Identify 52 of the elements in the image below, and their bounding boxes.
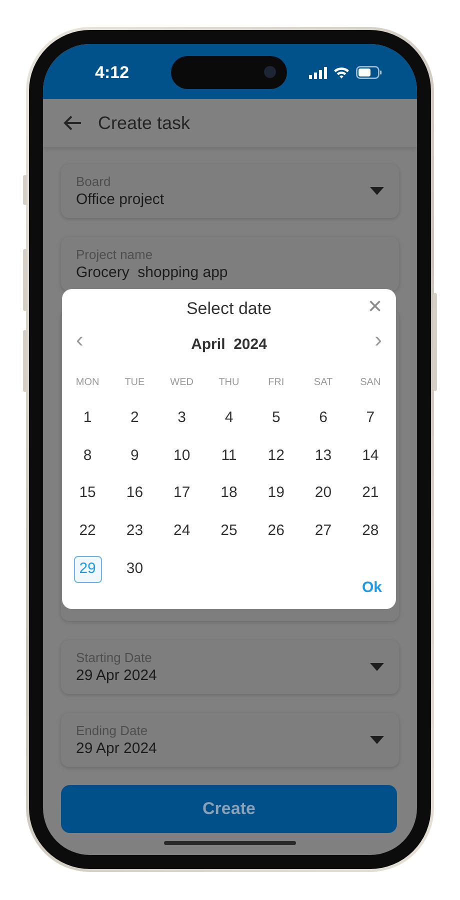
weekday-label: TUE bbox=[124, 377, 145, 388]
day-button[interactable]: 1 bbox=[74, 404, 102, 432]
month-label: April 2024 bbox=[191, 336, 267, 353]
field-value: 29 Apr 2024 bbox=[76, 666, 157, 686]
day-button[interactable]: 24 bbox=[168, 518, 196, 545]
day-button[interactable]: 17 bbox=[168, 480, 196, 507]
day-button[interactable]: 11 bbox=[214, 442, 243, 470]
weekday-label: SAN bbox=[360, 377, 381, 388]
field-value: 29 Apr 2024 bbox=[76, 738, 157, 758]
day-button[interactable]: 4 bbox=[214, 404, 243, 432]
caret-icon bbox=[370, 187, 384, 195]
day-button[interactable]: 3 bbox=[168, 404, 196, 432]
day-button[interactable]: 28 bbox=[356, 518, 384, 545]
day-button[interactable]: 23 bbox=[120, 518, 149, 545]
day-button[interactable]: 30 bbox=[120, 556, 149, 583]
wifi-icon bbox=[333, 66, 350, 79]
back-icon[interactable] bbox=[63, 115, 82, 131]
day-button[interactable]: 2 bbox=[120, 404, 149, 432]
day-button[interactable]: 20 bbox=[309, 480, 338, 507]
weekday-label: THU bbox=[218, 377, 240, 388]
day-button[interactable]: 6 bbox=[309, 404, 338, 432]
weekday-label: SAT bbox=[314, 377, 333, 388]
field-value: Office project bbox=[76, 190, 164, 210]
day-button[interactable]: 25 bbox=[214, 518, 243, 545]
signal-icon bbox=[309, 66, 327, 78]
caret-icon bbox=[370, 663, 384, 671]
close-button[interactable]: × bbox=[364, 294, 386, 320]
status-time: 4:12 bbox=[95, 63, 130, 83]
day-button[interactable]: 13 bbox=[309, 442, 338, 470]
day-button[interactable]: 26 bbox=[262, 518, 290, 545]
caret-icon bbox=[370, 736, 384, 744]
day-button[interactable]: 14 bbox=[356, 442, 384, 470]
day-button[interactable]: 18 bbox=[214, 480, 243, 507]
weekday-label: MON bbox=[76, 377, 100, 388]
day-button[interactable]: 22 bbox=[74, 518, 102, 545]
field-value: Grocery shopping app bbox=[76, 262, 228, 282]
day-button[interactable]: 9 bbox=[120, 442, 149, 470]
day-button[interactable]: 15 bbox=[74, 480, 102, 507]
day-button[interactable]: 16 bbox=[120, 480, 149, 507]
screen-title: Create task bbox=[98, 112, 190, 134]
weekday-label: FRI bbox=[268, 377, 284, 388]
day-button[interactable]: 7 bbox=[356, 404, 384, 432]
day-button[interactable]: 5 bbox=[262, 404, 290, 432]
dialog-title: Select date bbox=[186, 299, 272, 318]
weekday-label: WED bbox=[170, 377, 194, 388]
day-button[interactable]: 12 bbox=[262, 442, 290, 470]
day-button[interactable]: 10 bbox=[168, 442, 196, 470]
day-button[interactable]: 8 bbox=[74, 442, 102, 470]
day-button[interactable]: 19 bbox=[262, 480, 290, 507]
day-button[interactable]: 21 bbox=[356, 480, 384, 507]
day-button[interactable]: 27 bbox=[309, 518, 338, 545]
battery-icon bbox=[356, 66, 382, 79]
